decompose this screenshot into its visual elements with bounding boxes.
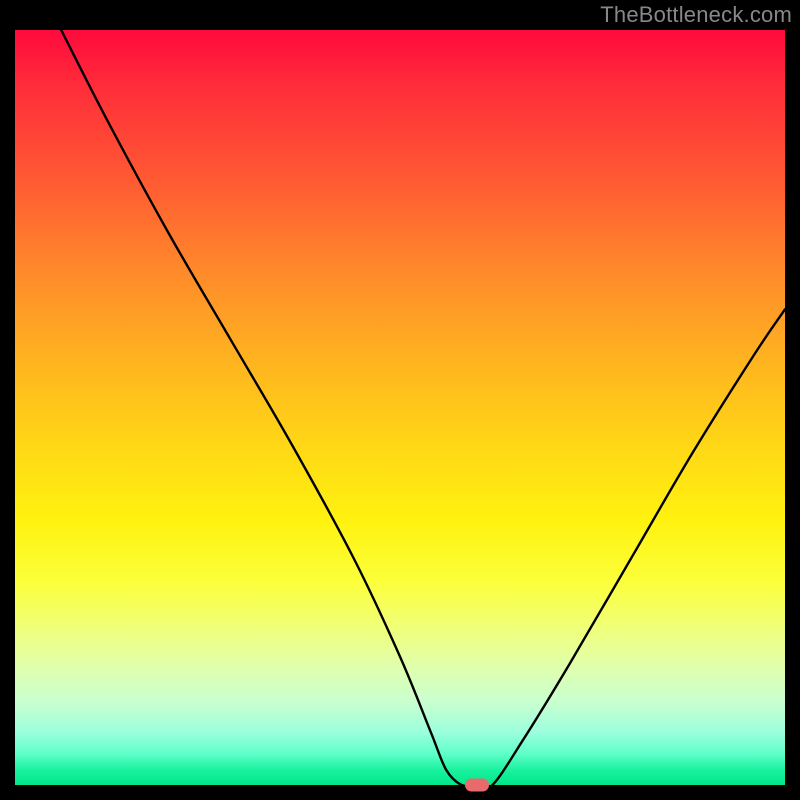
watermark-text: TheBottleneck.com	[600, 2, 792, 28]
bottleneck-curve	[15, 30, 785, 785]
plot-area	[15, 30, 785, 785]
optimal-point-marker	[465, 779, 489, 792]
curve-path	[61, 30, 785, 785]
chart-frame: TheBottleneck.com	[0, 0, 800, 800]
